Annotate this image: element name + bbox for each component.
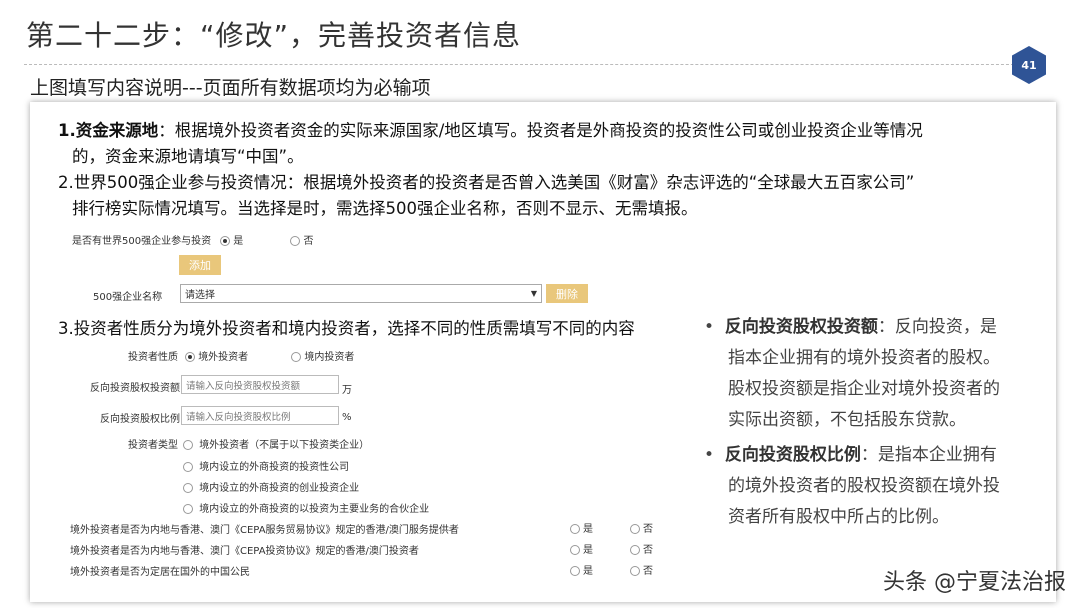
radio-icon[interactable] [291,352,302,362]
radio-icon[interactable] [290,236,301,246]
nature-foreign-option[interactable]: 境外投资者 [185,352,248,363]
note-2-line1: ：是指本企业拥有 [860,445,997,465]
title-divider [24,64,1024,65]
instruction-1-line2: 的，资金来源地请填写“中国”。 [72,147,304,166]
page-title: 第二十二步：“修改”，完善投资者信息 [26,19,522,52]
question-overseas-citizen-yes[interactable]: 是 [570,562,593,577]
type-option-2-label: 境内设立的外商投资的投资性公司 [199,462,350,473]
form500-name-label: 500强企业名称 [93,292,163,303]
question-overseas-citizen-no[interactable]: 否 [630,562,653,577]
yes-label: 是 [583,566,593,577]
type-option-3[interactable]: 境内设立的外商投资的创业投资企业 [183,479,359,494]
page-number-badge: 41 [1012,46,1046,84]
nature-domestic-label: 境内投资者 [304,352,355,363]
form500-select-value: 请选择 [185,290,215,301]
add-button[interactable]: 添加 [179,255,221,275]
form500-name-select[interactable]: 请选择 ▼ [180,284,542,303]
nature-label: 投资者性质 [128,352,178,363]
instruction-2-line1: 2.世界500强企业参与投资情况：根据境外投资者的投资者是否曾入选美国《财富》杂… [58,173,915,192]
reverse-ratio-label: 反向投资股权比例 [100,414,180,425]
bullet-dot-icon: • [704,445,715,465]
note-1-line3: 股权投资额是指企业对境外投资者的 [728,379,1000,399]
type-option-4-label: 境内设立的外商投资的以投资为主要业务的合伙企业 [199,504,430,515]
note-reverse-ratio: • 反向投资股权比例：是指本企业拥有 的境外投资者的股权投资额在境外投 资者所有… [704,440,1044,533]
type-option-2[interactable]: 境内设立的外商投资的投资性公司 [183,458,349,473]
question-cepa-investment-no[interactable]: 否 [630,541,653,556]
bullet-dot-icon: • [704,317,715,337]
radio-icon[interactable] [183,462,193,472]
yes-label: 是 [583,545,593,556]
note-1-line2: 指本企业拥有的境外投资者的股权。 [728,348,1000,368]
no-label: 否 [643,566,653,577]
type-option-3-label: 境内设立的外商投资的创业投资企业 [199,483,360,494]
type-option-4[interactable]: 境内设立的外商投资的以投资为主要业务的合伙企业 [183,500,429,515]
radio-icon[interactable] [630,524,640,534]
yes-label: 是 [583,524,593,535]
chevron-down-icon: ▼ [530,289,537,298]
radio-icon[interactable] [570,524,580,534]
note-1-line4: 实际出资额，不包括股东贷款。 [728,410,966,430]
note-reverse-amount: • 反向投资股权投资额：反向投资，是 指本企业拥有的境外投资者的股权。 股权投资… [704,312,1044,436]
instruction-1: 1.资金来源地：根据境外投资者资金的实际来源国家/地区填写。投资者是外商投资的投… [58,118,923,144]
radio-selected-icon[interactable] [220,236,231,246]
reverse-ratio-unit: % [342,412,352,423]
radio-icon[interactable] [183,483,193,493]
question-cepa-investment-yes[interactable]: 是 [570,541,593,556]
type-option-1-label: 境外投资者（不属于以下投资类企业） [199,440,370,451]
reverse-ratio-input[interactable]: 请输入反向投资股权比例 [181,406,339,425]
question-cepa-service: 境外投资者是否为内地与香港、澳门《CEPA服务贸易协议》规定的香港/澳门服务提供… [70,525,459,536]
form500-question-label: 是否有世界500强企业参与投资 [72,236,212,247]
radio-icon[interactable] [570,545,580,555]
form500-no-label: 否 [303,236,314,247]
radio-icon[interactable] [570,566,580,576]
reverse-amount-input[interactable]: 请输入反向投资股权投资额 [181,375,339,394]
instruction-3: 3.投资者性质分为境外投资者和境内投资者，选择不同的性质需填写不同的内容 [58,319,635,338]
radio-icon[interactable] [183,504,193,514]
subtitle: 上图填写内容说明---页面所有数据项均为必输项 [30,77,431,99]
no-label: 否 [643,545,653,556]
reverse-amount-label: 反向投资股权投资额 [90,383,180,394]
watermark: 头条 @宁夏法治报 [883,570,1066,595]
radio-selected-icon[interactable] [185,352,196,362]
note-1-term: 反向投资股权投资额 [724,317,878,337]
reverse-amount-unit: 万 [342,385,352,396]
nature-row: 投资者性质 境外投资者 境内投资者 [128,348,354,363]
question-cepa-service-no[interactable]: 否 [630,520,653,535]
delete-button[interactable]: 删除 [546,284,588,303]
question-cepa-investment: 境外投资者是否为内地与香港、澳门《CEPA投资协议》规定的香港/澳门投资者 [70,546,419,557]
note-2-line3: 资者所有股权中所占的比例。 [728,507,949,527]
instruction-1-line1: ：根据境外投资者资金的实际来源国家/地区填写。投资者是外商投资的投资性公司或创业… [158,121,923,140]
nature-foreign-label: 境外投资者 [198,352,249,363]
note-2-line2: 的境外投资者的股权投资额在境外投 [728,476,1000,496]
instruction-1-label: 1.资金来源地 [58,121,159,140]
question-cepa-service-yes[interactable]: 是 [570,520,593,535]
note-1-line1: ：反向投资，是 [877,317,997,337]
no-label: 否 [643,524,653,535]
radio-icon[interactable] [630,545,640,555]
nature-domestic-option[interactable]: 境内投资者 [291,352,354,363]
note-2-term: 反向投资股权比例 [724,445,861,465]
type-label: 投资者类型 [128,440,178,451]
form500-question: 是否有世界500强企业参与投资 是 否 [72,232,313,247]
form500-no-option[interactable]: 否 [290,236,313,247]
type-option-1[interactable]: 境外投资者（不属于以下投资类企业） [183,436,369,451]
form500-yes-label: 是 [233,236,244,247]
radio-icon[interactable] [630,566,640,576]
radio-icon[interactable] [183,440,193,450]
instruction-2-line2: 排行榜实际情况填写。当选择是时，需选择500强企业名称，否则不显示、无需填报。 [72,199,698,218]
question-overseas-citizen: 境外投资者是否为定居在国外的中国公民 [70,567,250,578]
form500-yes-option[interactable]: 是 [220,236,243,247]
